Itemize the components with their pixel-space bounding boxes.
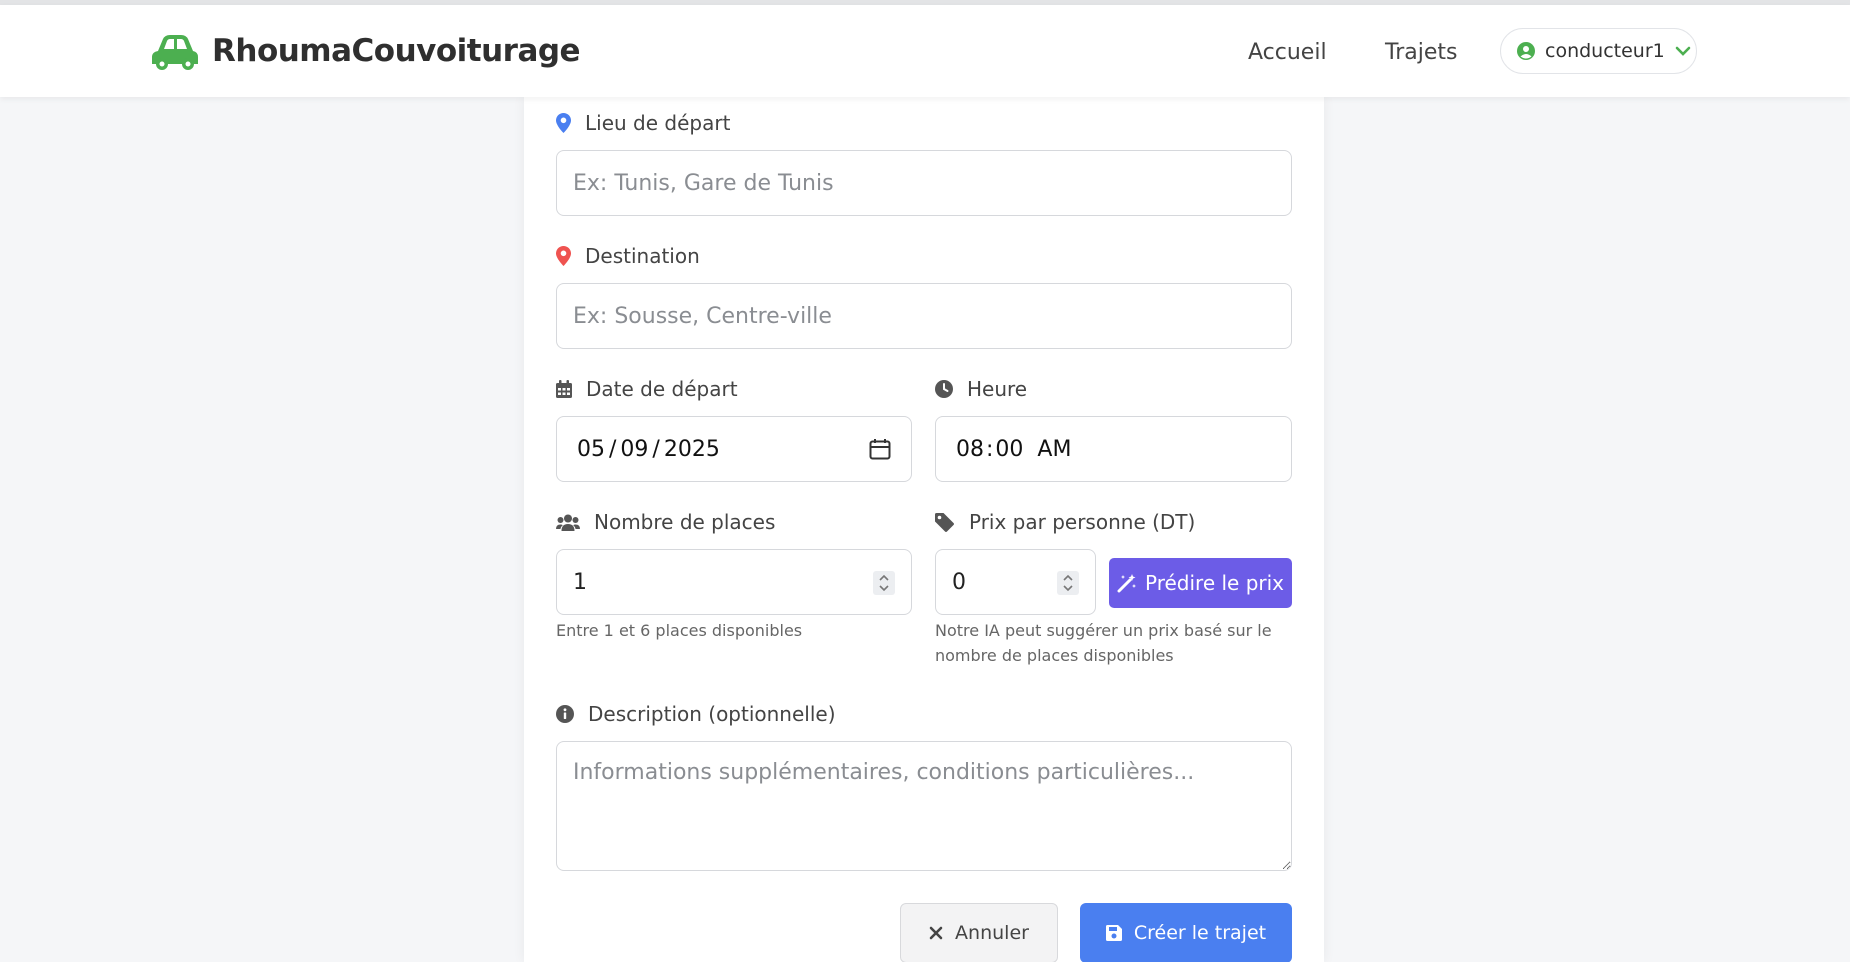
departure-input[interactable] (573, 170, 1275, 196)
nav-home[interactable]: Accueil (1248, 40, 1327, 65)
date-input[interactable]: 05/09/2025 (556, 416, 912, 482)
price-value[interactable]: 0 (952, 570, 966, 595)
description-textarea[interactable] (556, 741, 1292, 871)
seats-field[interactable]: 1 (556, 549, 912, 615)
save-icon (1105, 925, 1122, 941)
user-circle-icon (1517, 42, 1535, 60)
brand-name: RhoumaCouvoiturage (212, 33, 581, 69)
description-label: Description (optionnelle) (556, 702, 836, 726)
chevron-down-icon (1675, 46, 1691, 56)
map-marker-icon (556, 113, 571, 133)
close-icon (929, 926, 943, 940)
user-menu-button[interactable]: conducteur1 (1500, 28, 1697, 74)
destination-input[interactable] (573, 303, 1275, 329)
create-trip-button[interactable]: Créer le trajet (1080, 903, 1292, 962)
user-name: conducteur1 (1545, 40, 1665, 62)
car-icon (152, 35, 198, 70)
users-icon (556, 514, 580, 531)
trip-form-card: Lieu de départ Destination Date de dépar… (524, 97, 1324, 962)
seats-help: Entre 1 et 6 places disponibles (556, 621, 803, 640)
time-input[interactable]: 08:00 AM (935, 416, 1292, 482)
time-label: Heure (935, 377, 1027, 401)
price-label: Prix par personne (DT) (935, 510, 1195, 534)
departure-field[interactable] (556, 150, 1292, 216)
nav-trips[interactable]: Trajets (1385, 40, 1457, 65)
map-marker-icon (556, 246, 571, 266)
departure-label: Lieu de départ (556, 111, 730, 135)
price-field[interactable]: 0 (935, 549, 1096, 615)
date-label: Date de départ (556, 377, 738, 401)
date-month[interactable]: 09 (620, 437, 648, 462)
calendar-icon (556, 380, 572, 398)
time-ampm[interactable]: AM (1037, 437, 1071, 462)
navbar: RhoumaCouvoiturage Accueil Trajets condu… (0, 5, 1850, 97)
date-year[interactable]: 2025 (664, 437, 720, 462)
destination-field[interactable] (556, 283, 1292, 349)
calendar-picker-icon[interactable] (869, 438, 891, 460)
seats-value[interactable]: 1 (573, 570, 587, 595)
number-spinner-icon[interactable] (1057, 571, 1079, 595)
info-circle-icon (556, 705, 574, 723)
clock-icon (935, 380, 953, 398)
destination-label: Destination (556, 244, 700, 268)
price-help: Notre IA peut suggérer un prix basé sur … (935, 621, 1272, 665)
time-hours[interactable]: 08 (956, 437, 984, 462)
magic-wand-icon (1117, 574, 1136, 593)
time-minutes[interactable]: 00 (995, 437, 1023, 462)
date-day[interactable]: 05 (577, 437, 605, 462)
brand[interactable]: RhoumaCouvoiturage (150, 31, 581, 71)
cancel-button[interactable]: Annuler (900, 903, 1058, 962)
tag-icon (935, 512, 954, 532)
seats-label: Nombre de places (556, 510, 775, 534)
number-spinner-icon[interactable] (873, 571, 895, 595)
predict-price-button[interactable]: Prédire le prix (1109, 558, 1292, 608)
